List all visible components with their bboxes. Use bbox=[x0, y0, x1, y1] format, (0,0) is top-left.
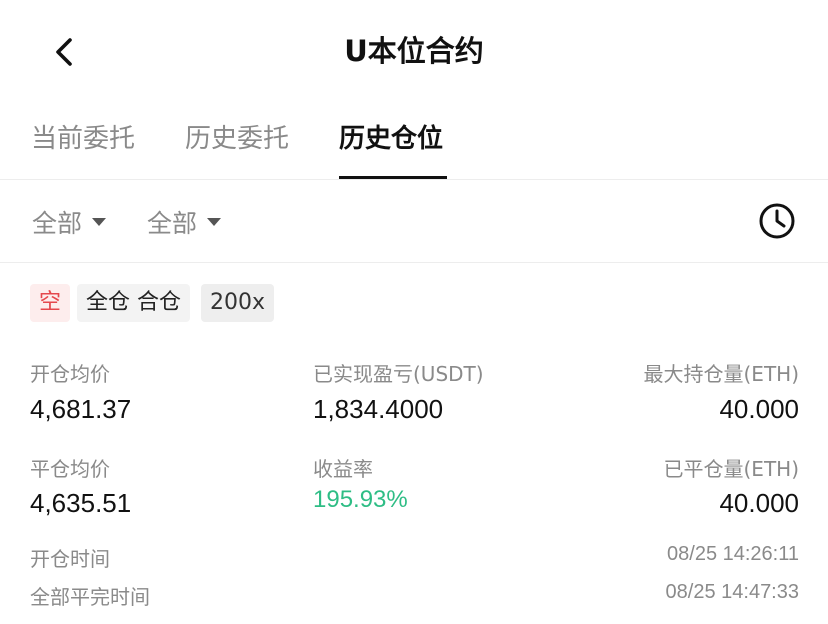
filter-label: 全部 bbox=[147, 209, 198, 238]
caret-down-icon bbox=[92, 218, 107, 226]
closed-qty-value: 40.000 bbox=[719, 488, 799, 518]
close-time-value: 08/25 14:47:33 bbox=[665, 581, 799, 603]
realized-pnl-value: 1,834.4000 bbox=[313, 394, 444, 424]
roi-label: 收益率 bbox=[313, 457, 373, 481]
tab-bar: 当前委托 历史委托 历史仓位 bbox=[0, 108, 828, 180]
open-time-label: 开仓时间 bbox=[30, 547, 110, 571]
tabs-divider bbox=[0, 179, 828, 180]
open-avg-price-value: 4,681.37 bbox=[30, 394, 132, 424]
filter-dropdown-1[interactable]: 全部 bbox=[32, 204, 107, 240]
close-avg-price-label: 平仓均价 bbox=[30, 457, 110, 481]
caret-down-icon bbox=[207, 218, 222, 226]
side-tag: 空 bbox=[30, 284, 71, 322]
leverage-tag: 200x bbox=[201, 284, 275, 322]
open-time-value: 08/25 14:26:11 bbox=[667, 543, 799, 565]
tab-position-history[interactable]: 历史仓位 bbox=[339, 118, 443, 155]
open-avg-price-label: 开仓均价 bbox=[30, 362, 110, 386]
history-clock-button[interactable] bbox=[758, 202, 796, 240]
close-time-label: 全部平完时间 bbox=[30, 585, 150, 609]
tab-current-orders[interactable]: 当前委托 bbox=[31, 118, 135, 155]
realized-pnl-label: 已实现盈亏(USDT) bbox=[313, 362, 484, 386]
max-holding-label: 最大持仓量(ETH) bbox=[643, 362, 800, 386]
history-positions-page: U本位合约 当前委托 历史委托 历史仓位 全部 全部 空 全仓 合仓 200x … bbox=[0, 0, 828, 624]
page-title: U本位合约 bbox=[344, 34, 484, 68]
margin-mode-tag: 全仓 合仓 bbox=[77, 284, 190, 322]
max-holding-value: 40.000 bbox=[719, 394, 799, 424]
roi-value: 195.93% bbox=[313, 486, 408, 513]
tab-order-history[interactable]: 历史委托 bbox=[185, 118, 289, 155]
filter-dropdown-2[interactable]: 全部 bbox=[147, 204, 222, 240]
clock-icon bbox=[759, 203, 795, 239]
header: U本位合约 bbox=[0, 0, 828, 100]
closed-qty-label: 已平仓量(ETH) bbox=[663, 457, 800, 481]
filter-label: 全部 bbox=[32, 209, 83, 238]
close-avg-price-value: 4,635.51 bbox=[30, 488, 132, 518]
filters-divider bbox=[0, 262, 828, 263]
